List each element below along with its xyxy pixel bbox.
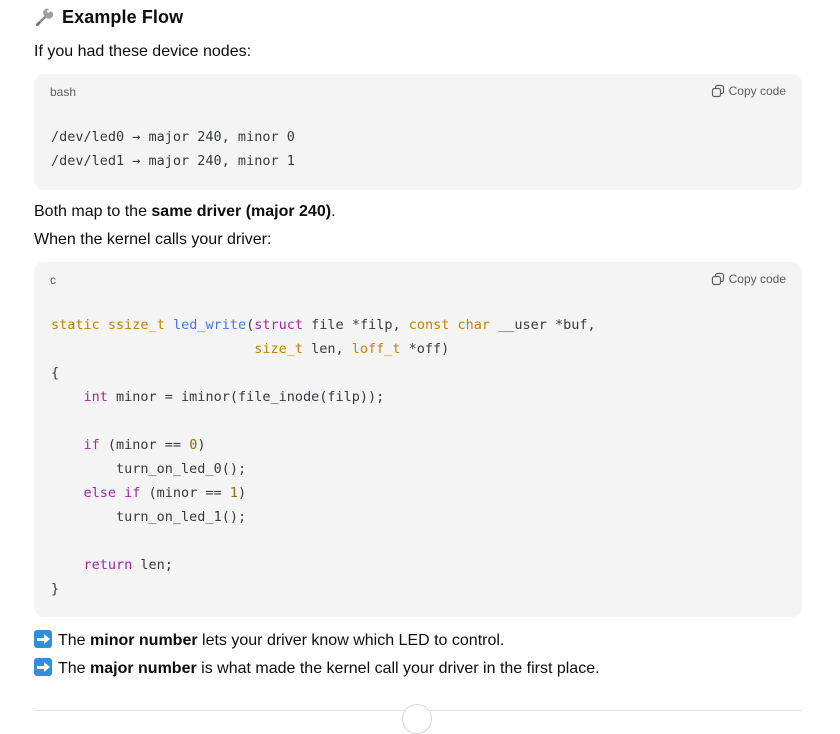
code-block-bash: bash Copy code /dev/led0 → major 240, mi… [34,74,802,190]
code-token: len, [302,341,352,357]
copy-icon [711,272,725,286]
code-content: /dev/led0 → major 240, minor 0 /dev/led1… [51,125,295,173]
copy-code-label: Copy code [728,84,786,98]
wrench-icon [34,6,56,28]
section-title: Example Flow [62,6,184,27]
code-token: struct [254,317,304,333]
text-segment: . [331,203,336,220]
code-token: return [83,557,133,573]
bold-text: same driver (major 240) [151,203,332,220]
copy-icon [711,84,725,98]
copy-code-button[interactable]: Copy code [711,84,786,98]
code-line: /dev/led0 → major 240, minor 0 [51,129,295,145]
code-token: (minor == [140,485,230,501]
code-content: static ssize_t led_write(struct file *fi… [51,313,596,601]
text-segment: The [58,632,91,649]
text-segment: The [58,660,91,677]
intro-text: If you had these device nodes: [34,43,252,60]
code-token: else if [83,485,141,501]
code-token: if [83,437,100,453]
copy-code-label: Copy code [728,272,786,286]
text-segment: lets your driver know which LED to contr… [197,632,505,649]
code-token: } [51,581,60,597]
code-token: led_write [172,317,247,333]
copy-code-button[interactable]: Copy code [711,272,786,286]
code-token: turn_on_led_1(); [116,509,247,525]
code-token: size_t [254,341,303,357]
code-token: loff_t [351,341,401,357]
section-heading: Example Flow [34,6,183,28]
code-token: int [83,389,108,405]
code-token: file *filp, [303,317,409,333]
text-segment: Both map to the [34,203,152,220]
text-segment: is what made the kernel call your driver… [196,660,600,677]
paragraph-kernel-calls: When the kernel calls your driver: [34,231,272,248]
code-block-c: c Copy code static ssize_t led_write(str… [34,262,802,617]
code-token: minor = iminor(file_inode(filp)); [107,389,385,405]
code-token: len; [132,557,173,573]
code-token: ) [237,485,247,501]
bold-text: major number [90,660,197,677]
paragraph-same-driver: Both map to the same driver (major 240). [34,202,336,222]
code-language-label: c [50,273,56,287]
code-token: *off) [400,341,450,357]
right-arrow-icon [34,658,52,676]
right-arrow-icon [34,630,52,648]
code-token: ssize_t [107,317,165,333]
code-token: { [51,365,60,381]
scroll-down-button[interactable] [402,704,432,734]
bullet-major-number: The major number is what made the kernel… [34,658,600,679]
code-token: static [51,317,100,333]
code-token: turn_on_led_0(); [116,461,247,477]
bold-text: minor number [90,632,198,649]
code-token: (minor == [99,437,190,453]
code-token: char [457,317,491,333]
bullet-minor-number: The minor number lets your driver know w… [34,630,504,651]
code-language-label: bash [50,85,77,99]
code-line: /dev/led1 → major 240, minor 1 [51,153,295,169]
code-token: 1 [229,485,238,501]
code-token: ) [197,437,206,453]
code-token: const [408,317,450,333]
code-token: __user *buf, [490,317,596,333]
